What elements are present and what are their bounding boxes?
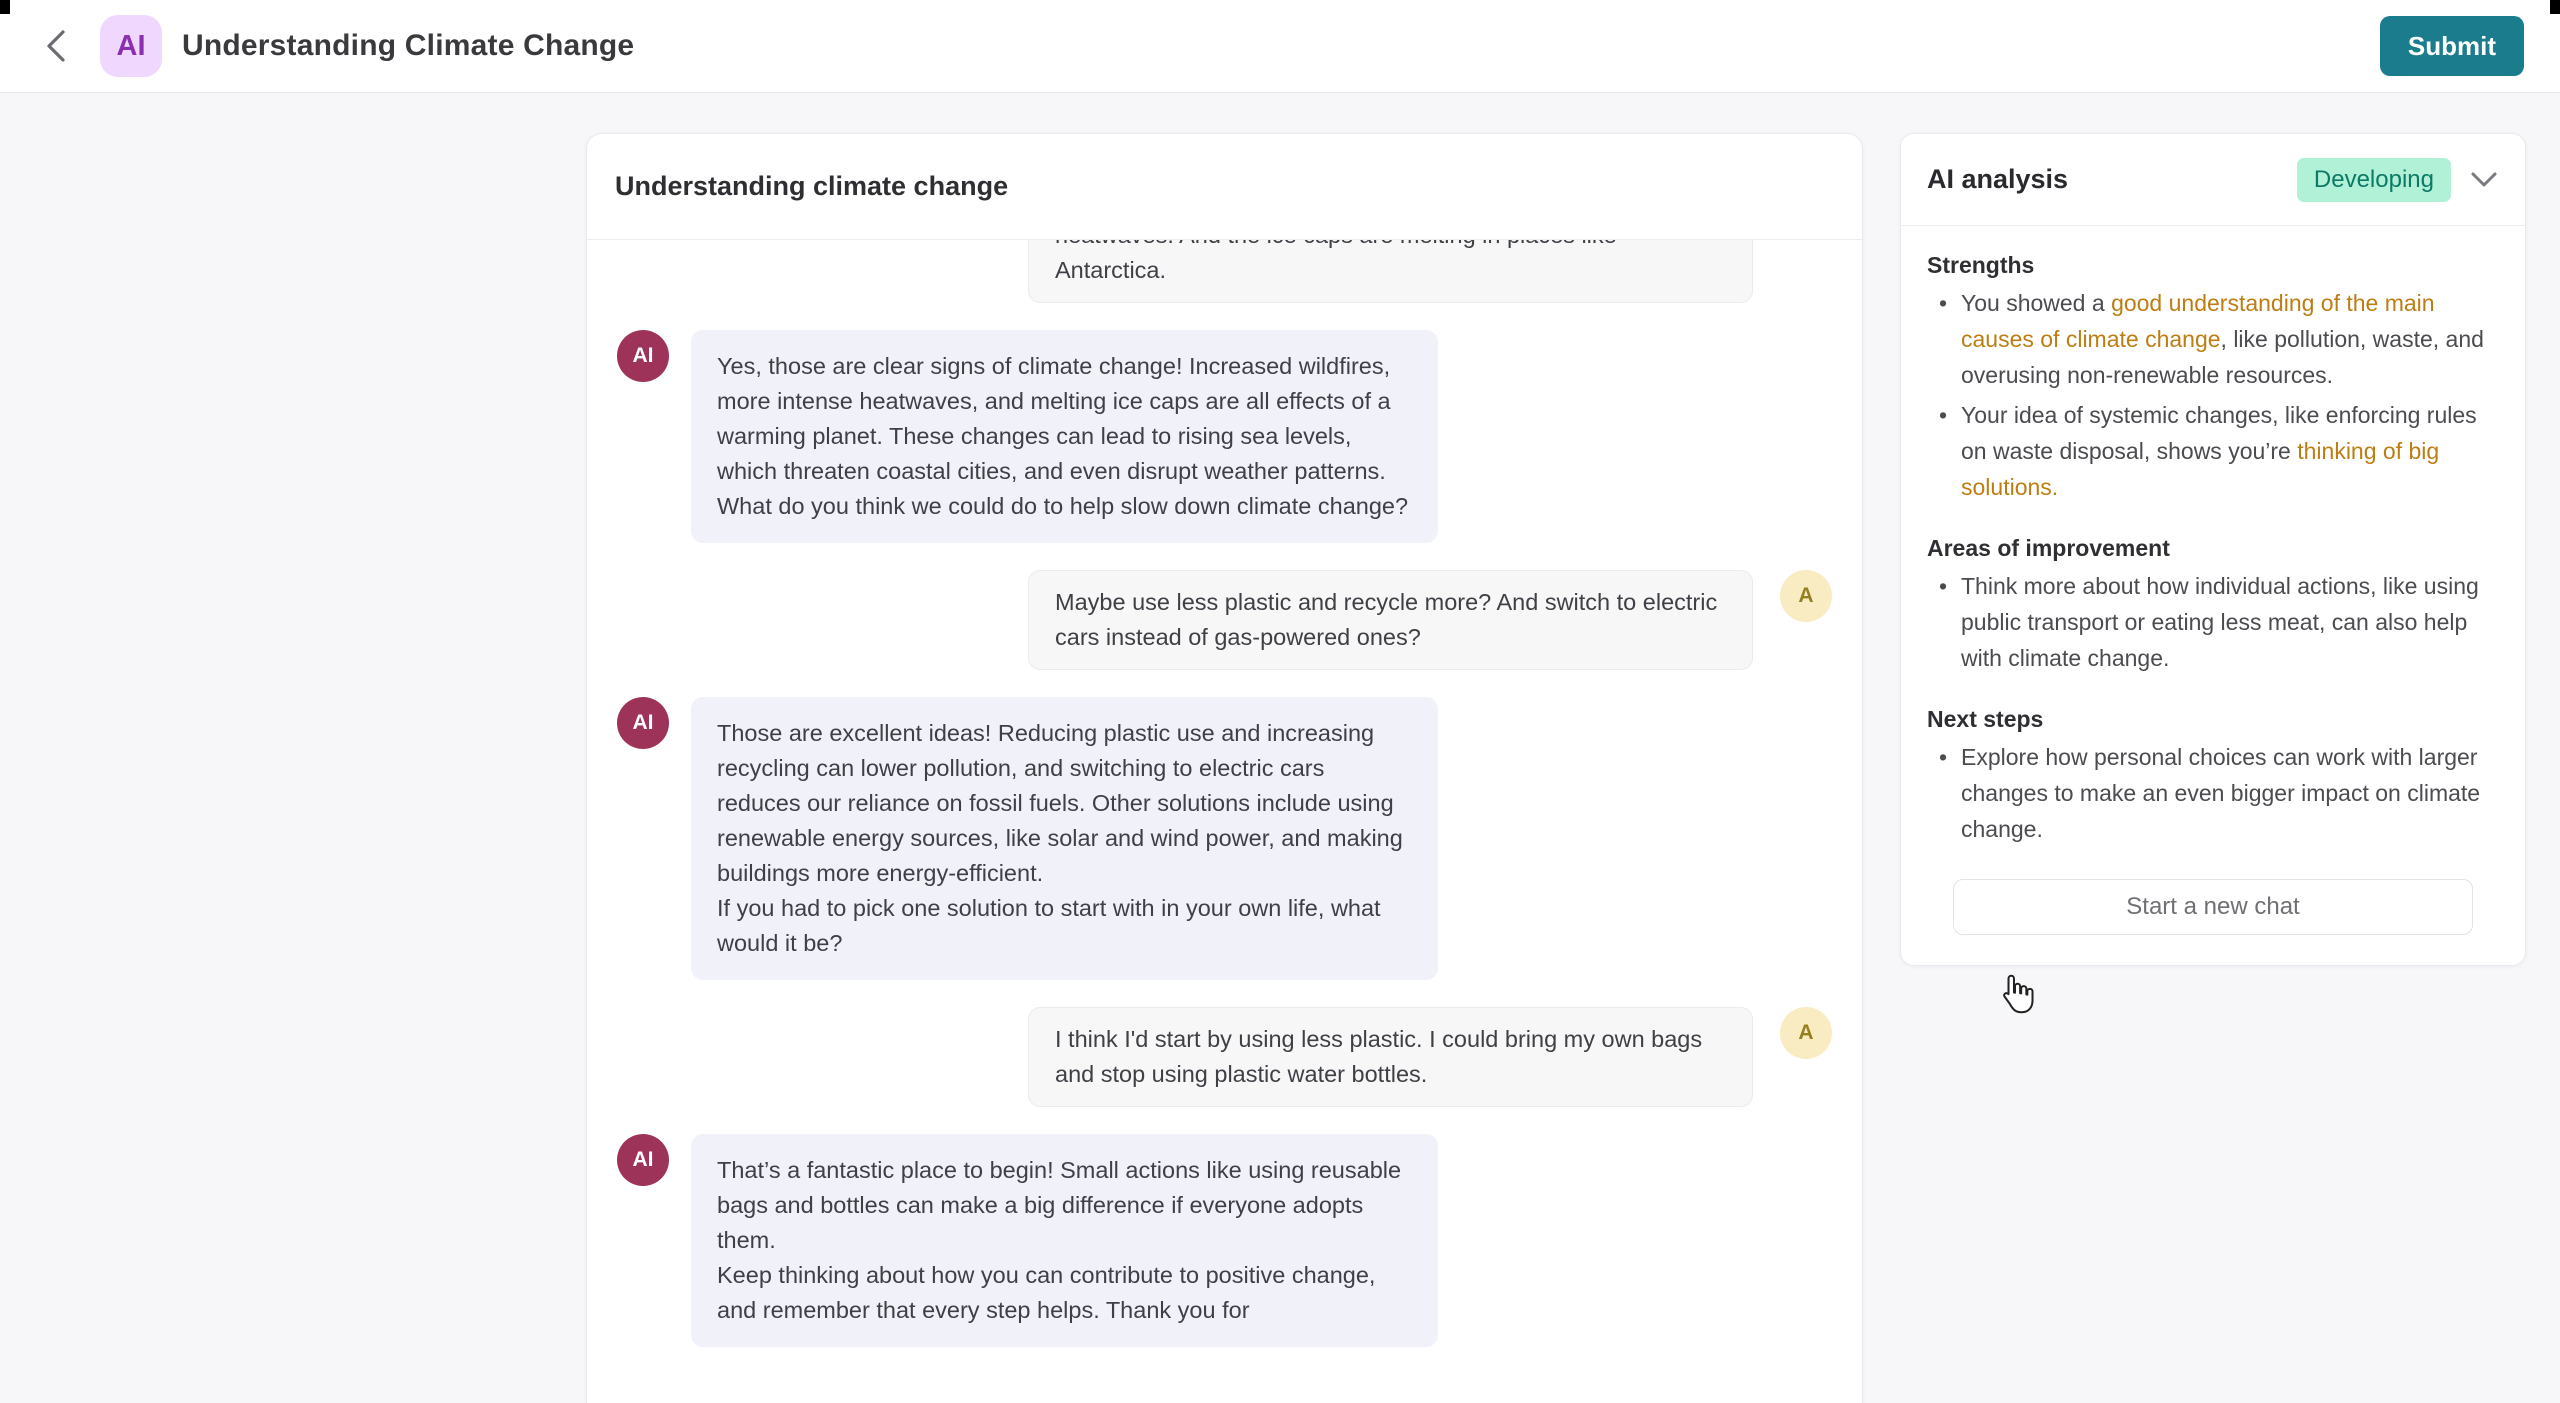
submit-button[interactable]: Submit xyxy=(2380,16,2524,76)
user-avatar: A xyxy=(1780,1007,1832,1059)
collapse-panel-button[interactable] xyxy=(2469,170,2499,190)
message-bubble: I think I'd start by using less plastic.… xyxy=(1028,1007,1753,1107)
chevron-left-icon xyxy=(43,29,69,63)
chat-message-ai: AI That’s a fantastic place to begin! Sm… xyxy=(617,1134,1832,1347)
message-paragraph: Keep thinking about how you can contribu… xyxy=(717,1258,1412,1328)
mouse-cursor-hand-icon xyxy=(1995,972,2041,1018)
next-steps-heading: Next steps xyxy=(1927,706,2499,733)
message-paragraph: That’s a fantastic place to begin! Small… xyxy=(717,1153,1412,1258)
user-avatar: A xyxy=(1780,570,1832,622)
top-bar: AI Understanding Climate Change Submit xyxy=(0,0,2560,93)
message-paragraph: If you had to pick one solution to start… xyxy=(717,891,1412,961)
improvement-item: Think more about how individual actions,… xyxy=(1927,568,2499,676)
ai-avatar: AI xyxy=(617,697,669,749)
message-paragraph: Those are excellent ideas! Reducing plas… xyxy=(717,716,1412,891)
message-bubble: Maybe use less plastic and recycle more?… xyxy=(1028,570,1753,670)
ai-avatar: AI xyxy=(617,330,669,382)
status-badge: Developing xyxy=(2297,158,2451,202)
chat-message-user: Maybe use less plastic and recycle more?… xyxy=(617,570,1832,670)
chevron-down-icon xyxy=(2469,170,2499,190)
chat-title: Understanding climate change xyxy=(587,134,1862,240)
ai-app-badge: AI xyxy=(100,15,162,77)
message-bubble: That’s a fantastic place to begin! Small… xyxy=(691,1134,1438,1347)
chat-message-ai: AI Those are excellent ideas! Reducing p… xyxy=(617,697,1832,980)
next-step-item: Explore how personal choices can work wi… xyxy=(1927,739,2499,847)
improvements-heading: Areas of improvement xyxy=(1927,535,2499,562)
strength-item: Your idea of systemic changes, like enfo… xyxy=(1927,397,2499,505)
message-paragraph: Yes, those are clear signs of climate ch… xyxy=(717,349,1412,489)
screen-corner-mark xyxy=(2550,0,2560,14)
strengths-heading: Strengths xyxy=(1927,252,2499,279)
ai-analysis-body: Strengths You showed a good understandin… xyxy=(1901,226,2525,935)
ai-analysis-panel: AI analysis Developing Strengths You sho… xyxy=(1900,133,2526,966)
page-title: Understanding Climate Change xyxy=(182,29,634,63)
chat-panel: Understanding climate change heatwaves. … xyxy=(586,133,1863,1403)
message-paragraph: What do you think we could do to help sl… xyxy=(717,489,1412,524)
ai-analysis-title: AI analysis xyxy=(1927,164,2068,195)
ai-analysis-header: AI analysis Developing xyxy=(1901,134,2525,226)
chat-message-ai: AI Yes, those are clear signs of climate… xyxy=(617,330,1832,543)
strength-item: You showed a good understanding of the m… xyxy=(1927,285,2499,393)
chat-message-user: heatwaves. And the ice caps are melting … xyxy=(617,240,1832,303)
start-new-chat-button[interactable]: Start a new chat xyxy=(1953,879,2473,935)
ai-avatar: AI xyxy=(617,1134,669,1186)
app-window: AI Understanding Climate Change Submit U… xyxy=(0,0,2560,1403)
chat-messages[interactable]: heatwaves. And the ice caps are melting … xyxy=(587,240,1862,1403)
back-button[interactable] xyxy=(36,26,76,66)
message-bubble: Yes, those are clear signs of climate ch… xyxy=(691,330,1438,543)
ai-app-badge-label: AI xyxy=(117,30,146,63)
message-bubble: heatwaves. And the ice caps are melting … xyxy=(1028,240,1753,303)
strength-text: You showed a xyxy=(1961,290,2111,316)
message-bubble: Those are excellent ideas! Reducing plas… xyxy=(691,697,1438,980)
chat-message-user: I think I'd start by using less plastic.… xyxy=(617,1007,1832,1107)
screen-corner-mark xyxy=(0,0,10,14)
